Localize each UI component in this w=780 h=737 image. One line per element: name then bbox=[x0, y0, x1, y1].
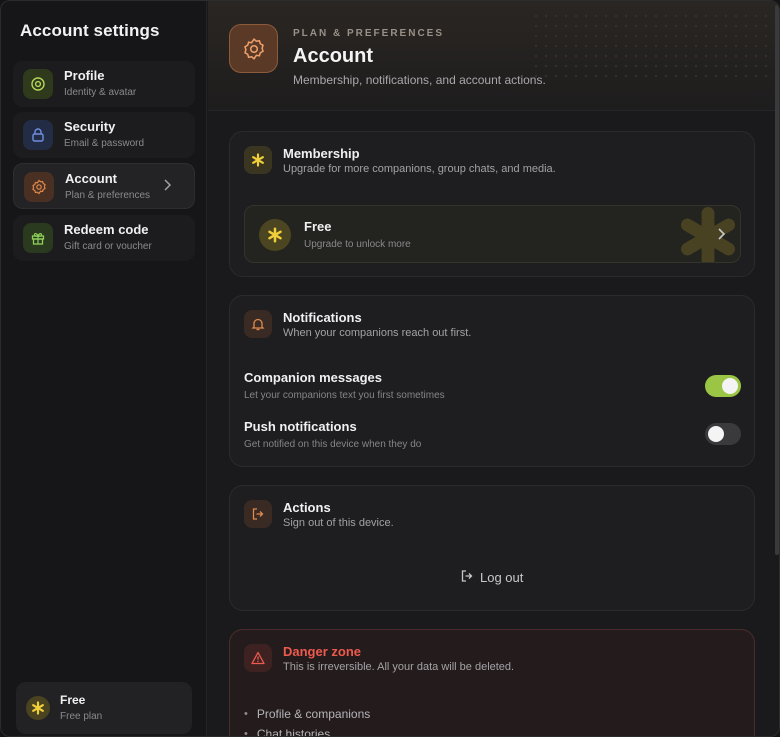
sidebar-item-label: Security bbox=[64, 119, 116, 134]
sidebar: Account settings Profile Identity & avat… bbox=[1, 1, 207, 736]
notifications-title: Notifications bbox=[283, 310, 362, 325]
header-dot-pattern bbox=[531, 11, 771, 81]
sidebar-item-sub: Email & password bbox=[64, 138, 145, 149]
notifications-card: Notifications When your companions reach… bbox=[229, 295, 755, 467]
actions-title: Actions bbox=[283, 500, 331, 515]
star-icon bbox=[26, 696, 50, 720]
sidebar-item-sub: Identity & avatar bbox=[64, 87, 137, 98]
membership-title: Membership bbox=[283, 146, 360, 161]
chevron-right-icon bbox=[716, 226, 726, 247]
logout-button[interactable]: Log out bbox=[460, 569, 523, 586]
main-content: PLAN & PREFERENCES Account Membership, n… bbox=[208, 1, 779, 736]
gift-icon bbox=[23, 223, 53, 253]
star-watermark-icon bbox=[678, 206, 738, 262]
sidebar-item-label: Profile bbox=[64, 68, 105, 83]
sign-out-icon bbox=[244, 500, 272, 528]
logout-icon bbox=[460, 569, 474, 586]
list-item: Profile & companions bbox=[244, 704, 370, 724]
sidebar-title: Account settings bbox=[20, 21, 160, 40]
gear-icon bbox=[24, 172, 54, 202]
at-sign-icon bbox=[23, 69, 53, 99]
plan-sub: Free plan bbox=[60, 711, 103, 722]
actions-description: Sign out of this device. bbox=[283, 517, 394, 529]
membership-card: Membership Upgrade for more companions, … bbox=[229, 131, 755, 277]
lock-icon bbox=[23, 120, 53, 150]
sidebar-item-sub: Plan & preferences bbox=[65, 190, 151, 201]
bell-icon bbox=[244, 310, 272, 338]
sidebar-item-label: Redeem code bbox=[64, 222, 149, 237]
sidebar-item-profile[interactable]: Profile Identity & avatar bbox=[13, 61, 195, 107]
danger-zone-description: This is irreversible. All your data will… bbox=[283, 661, 515, 673]
deleted-data-list: Profile & companions Chat histories bbox=[244, 704, 370, 736]
list-item: Chat histories bbox=[244, 724, 370, 736]
upgrade-plan-button[interactable]: Free Upgrade to unlock more bbox=[244, 205, 741, 263]
toggle-knob bbox=[708, 426, 724, 442]
current-plan-name: Free bbox=[304, 219, 332, 234]
sidebar-item-security[interactable]: Security Email & password bbox=[13, 112, 195, 158]
plan-card[interactable]: Free Free plan bbox=[16, 682, 192, 734]
danger-zone-title: Danger zone bbox=[283, 644, 362, 659]
page-title: Account bbox=[293, 45, 373, 67]
push-notifications-toggle[interactable] bbox=[705, 423, 741, 445]
star-icon bbox=[259, 219, 291, 251]
current-plan-sub: Upgrade to unlock more bbox=[304, 239, 411, 250]
warning-icon bbox=[244, 644, 272, 672]
page-kicker: PLAN & PREFERENCES bbox=[293, 28, 445, 39]
notifications-description: When your companions reach out first. bbox=[283, 327, 472, 339]
danger-zone-card: Danger zone This is irreversible. All yo… bbox=[229, 629, 755, 736]
companion-messages-toggle[interactable] bbox=[705, 375, 741, 397]
page-header: PLAN & PREFERENCES Account Membership, n… bbox=[208, 1, 779, 111]
push-notifications-label: Push notifications bbox=[244, 419, 357, 434]
chevron-right-icon bbox=[162, 178, 172, 197]
scrollbar[interactable] bbox=[775, 5, 779, 555]
sidebar-item-sub: Gift card or voucher bbox=[64, 241, 152, 252]
logout-label: Log out bbox=[480, 570, 524, 585]
companion-messages-label: Companion messages bbox=[244, 370, 382, 385]
companion-messages-sub: Let your companions text you first somet… bbox=[244, 390, 445, 401]
settings-window: Account settings Profile Identity & avat… bbox=[0, 0, 780, 737]
gear-icon bbox=[229, 24, 278, 73]
sidebar-item-account[interactable]: Account Plan & preferences bbox=[13, 163, 195, 209]
sidebar-item-redeem-code[interactable]: Redeem code Gift card or voucher bbox=[13, 215, 195, 261]
actions-card: Actions Sign out of this device. Log out bbox=[229, 485, 755, 611]
sidebar-item-label: Account bbox=[65, 171, 117, 186]
plan-name: Free bbox=[60, 693, 86, 707]
toggle-knob bbox=[722, 378, 738, 394]
page-description: Membership, notifications, and account a… bbox=[293, 73, 546, 87]
star-icon bbox=[244, 146, 272, 174]
push-notifications-sub: Get notified on this device when they do bbox=[244, 439, 422, 450]
membership-description: Upgrade for more companions, group chats… bbox=[283, 163, 556, 175]
